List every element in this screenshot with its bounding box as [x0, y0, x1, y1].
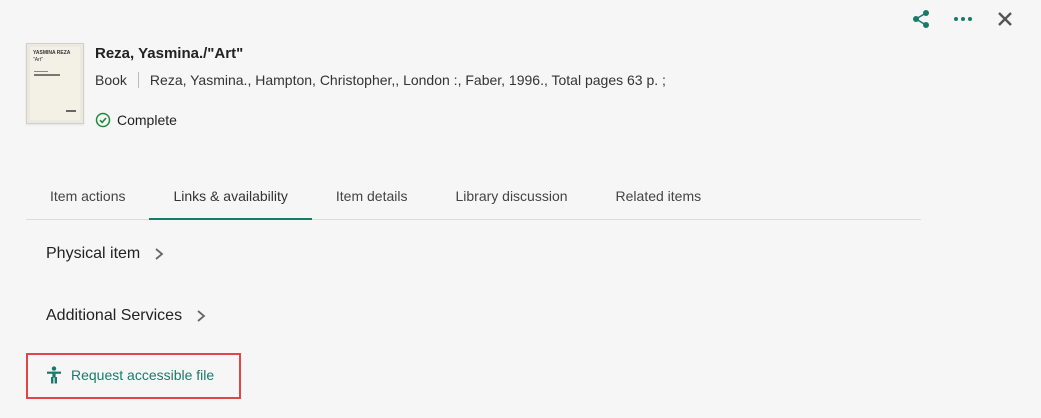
- additional-services-section[interactable]: Additional Services: [46, 307, 206, 325]
- tab-links-availability[interactable]: Links & availability: [149, 174, 313, 220]
- additional-services-label: Additional Services: [46, 307, 183, 324]
- cover-text-sub: "Art": [33, 57, 43, 63]
- record-summary: YASMINA REZA "Art" Reza, Yasmina./"Art" …: [26, 43, 666, 128]
- meta-divider: [137, 72, 139, 88]
- tab-library-discussion[interactable]: Library discussion: [431, 174, 591, 219]
- check-circle-icon: [95, 112, 111, 128]
- share-icon[interactable]: [907, 8, 935, 30]
- record-type: Book: [95, 72, 127, 88]
- chevron-right-icon: [197, 310, 206, 322]
- availability-status: Complete: [95, 112, 666, 128]
- close-icon[interactable]: [991, 8, 1019, 30]
- tab-related-items[interactable]: Related items: [592, 174, 726, 219]
- accessibility-icon: [47, 366, 61, 384]
- request-accessible-file-link[interactable]: Request accessible file: [46, 366, 214, 384]
- record-details: Reza, Yasmina., Hampton, Christopher,, L…: [149, 72, 666, 88]
- physical-item-section[interactable]: Physical item: [46, 245, 164, 263]
- chevron-right-icon: [155, 248, 164, 260]
- top-actions: [907, 8, 1019, 30]
- record-meta: Book Reza, Yasmina., Hampton, Christophe…: [95, 72, 666, 88]
- physical-item-label: Physical item: [46, 245, 141, 262]
- more-icon[interactable]: [949, 8, 977, 30]
- status-label: Complete: [117, 112, 177, 128]
- tab-item-actions[interactable]: Item actions: [26, 174, 149, 219]
- record-title[interactable]: Reza, Yasmina./"Art": [95, 45, 666, 62]
- book-cover[interactable]: YASMINA REZA "Art": [26, 43, 84, 124]
- tab-bar: Item actions Links & availability Item d…: [26, 174, 921, 220]
- cover-text-top: YASMINA REZA: [33, 50, 71, 56]
- tab-item-details[interactable]: Item details: [312, 174, 432, 219]
- request-accessible-file-label: Request accessible file: [71, 367, 215, 383]
